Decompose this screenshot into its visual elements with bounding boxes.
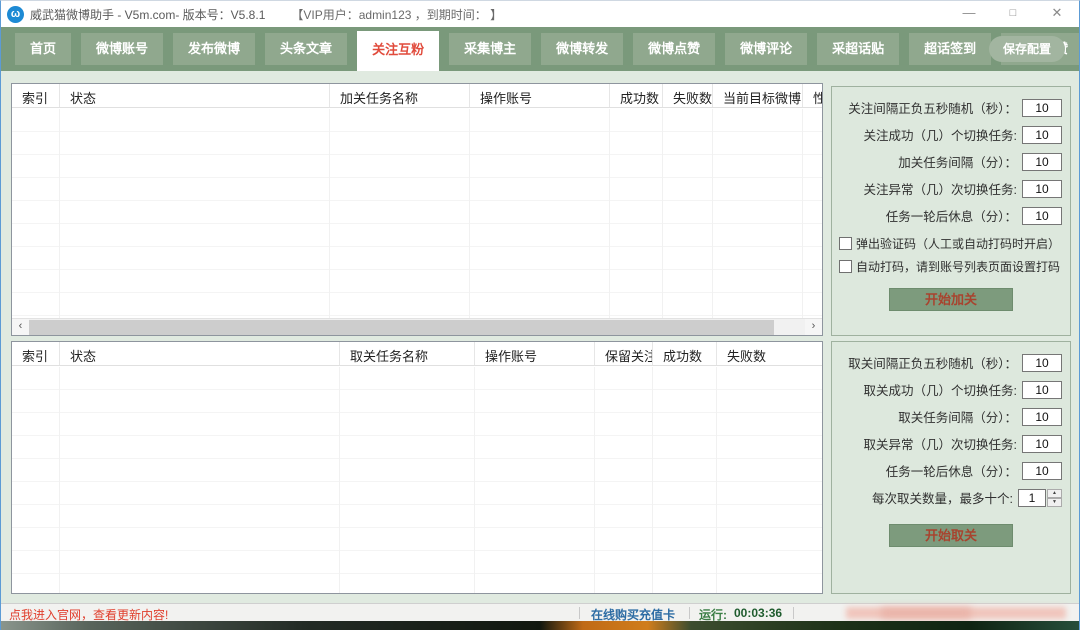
column-header[interactable]: 操作账号 (470, 84, 610, 107)
desktop-taskbar-strip (1, 621, 1079, 630)
column-header[interactable]: 状态 (60, 342, 340, 365)
unfollow-interval-input[interactable] (1022, 354, 1062, 372)
unfollow-task-interval-input[interactable] (1022, 408, 1062, 426)
redacted-info-blur (881, 608, 971, 618)
field-label: 取关成功（几）个切换任务: (864, 380, 1017, 399)
column-header[interactable]: 失败数 (717, 342, 822, 365)
tab-collect-supertopic[interactable]: 采超话贴 (817, 33, 899, 65)
tab-publish-weibo[interactable]: 发布微博 (173, 33, 255, 65)
checkbox-label: 弹出验证码（人工或自动打码时开启） (856, 235, 1060, 252)
field-label: 每次取关数量，最多十个: (872, 488, 1013, 507)
field-label: 加关任务间隔（分）： (898, 152, 1017, 171)
horizontal-scrollbar[interactable]: ‹ › (12, 318, 822, 335)
unfollow-error-switch-input[interactable] (1022, 435, 1062, 453)
field-label: 关注成功（几）个切换任务: (864, 125, 1017, 144)
follow-task-table: 索引 状态 加关任务名称 操作账号 成功数 失败数 当前目标微博 性别 ‹ › (11, 83, 823, 336)
follow-table-header: 索引 状态 加关任务名称 操作账号 成功数 失败数 当前目标微博 性别 (12, 84, 822, 108)
column-header[interactable]: 状态 (60, 84, 330, 107)
column-header[interactable]: 索引 (12, 342, 60, 365)
unfollow-config-panel: 取关间隔正负五秒随机（秒）： 取关成功（几）个切换任务: 取关任务间隔（分）： … (831, 341, 1071, 594)
auto-captcha-option[interactable]: 自动打码，请到账号列表页面设置打码 (832, 258, 1070, 275)
config-row: 关注异常（几）次切换任务: (832, 175, 1070, 202)
tab-weibo-account[interactable]: 微博账号 (81, 33, 163, 65)
tab-toutiao-article[interactable]: 头条文章 (265, 33, 347, 65)
follow-success-switch-input[interactable] (1022, 126, 1062, 144)
app-logo-icon: ω (7, 6, 24, 23)
minimize-icon[interactable]: — (947, 1, 991, 27)
start-unfollow-button[interactable]: 开始取关 (889, 524, 1013, 547)
scroll-left-icon[interactable]: ‹ (12, 319, 29, 336)
follow-rest-input[interactable] (1022, 207, 1062, 225)
run-time-value: 00:03:36 (734, 606, 782, 620)
column-header[interactable]: 失败数 (663, 84, 713, 107)
config-row: 任务一轮后休息（分）： (832, 202, 1070, 229)
column-header[interactable]: 成功数 (610, 84, 663, 107)
column-header[interactable]: 索引 (12, 84, 60, 107)
stepper-up-icon[interactable]: ▲ (1047, 489, 1062, 498)
checkbox-icon[interactable] (839, 237, 852, 250)
tab-bar: 首页 微博账号 发布微博 头条文章 关注互粉 采集博主 微博转发 微博点赞 微博… (1, 27, 1079, 71)
unfollow-rest-input[interactable] (1022, 462, 1062, 480)
checkbox-icon[interactable] (839, 260, 852, 273)
scroll-right-icon[interactable]: › (805, 319, 822, 336)
column-header[interactable]: 当前目标微博 (713, 84, 803, 107)
scrollbar-track[interactable] (29, 319, 805, 336)
window-title: 威武猫微博助手 - V5m.com- 版本号：V5.8.1 (30, 6, 265, 23)
tab-weibo-repost[interactable]: 微博转发 (541, 33, 623, 65)
tab-supertopic-checkin[interactable]: 超话签到 (909, 33, 991, 65)
close-icon[interactable]: ✕ (1035, 1, 1079, 27)
checkbox-label: 自动打码，请到账号列表页面设置打码 (856, 258, 1060, 275)
stepper-down-icon[interactable]: ▼ (1047, 498, 1062, 507)
tab-collect-blogger[interactable]: 采集博主 (449, 33, 531, 65)
follow-interval-input[interactable] (1022, 99, 1062, 117)
unfollow-success-switch-input[interactable] (1022, 381, 1062, 399)
follow-task-interval-input[interactable] (1022, 153, 1062, 171)
app-window: ω 威武猫微博助手 - V5m.com- 版本号：V5.8.1 【VIP用户：a… (0, 0, 1080, 630)
tab-home[interactable]: 首页 (15, 33, 71, 65)
field-label: 关注异常（几）次切换任务: (864, 179, 1017, 198)
config-row: 每次取关数量，最多十个: ▲ ▼ (832, 484, 1070, 511)
follow-error-switch-input[interactable] (1022, 180, 1062, 198)
stepper-arrows: ▲ ▼ (1047, 489, 1062, 507)
config-row: 取关任务间隔（分）： (832, 403, 1070, 430)
config-row: 取关异常（几）次切换任务: (832, 430, 1070, 457)
maximize-icon[interactable]: □ (991, 1, 1035, 27)
vip-info: 【VIP用户：admin123 ，到期时间： 】 (291, 6, 502, 23)
column-header[interactable]: 加关任务名称 (330, 84, 470, 107)
follow-table-body (12, 109, 822, 318)
field-label: 任务一轮后休息（分）： (886, 206, 1017, 225)
start-follow-button[interactable]: 开始加关 (889, 288, 1013, 311)
field-label: 任务一轮后休息（分）： (886, 461, 1017, 480)
unfollow-count-stepper[interactable] (1018, 489, 1046, 507)
column-header[interactable]: 保留关注 (595, 342, 653, 365)
field-label: 取关间隔正负五秒随机（秒）： (848, 353, 1017, 372)
tab-follow-mutual[interactable]: 关注互粉 (357, 31, 439, 71)
column-header[interactable]: 性别 (803, 84, 822, 107)
config-row: 取关成功（几）个切换任务: (832, 376, 1070, 403)
config-row: 加关任务间隔（分）： (832, 148, 1070, 175)
unfollow-task-table: 索引 状态 取关任务名称 操作账号 保留关注 成功数 失败数 (11, 341, 823, 594)
field-label: 取关异常（几）次切换任务: (864, 434, 1017, 453)
tab-weibo-like[interactable]: 微博点赞 (633, 33, 715, 65)
config-row: 关注间隔正负五秒随机（秒）： (832, 94, 1070, 121)
save-config-button[interactable]: 保存配置 (989, 36, 1065, 62)
unfollow-table-body (12, 367, 822, 593)
config-row: 关注成功（几）个切换任务: (832, 121, 1070, 148)
tab-weibo-comment[interactable]: 微博评论 (725, 33, 807, 65)
column-header[interactable]: 成功数 (653, 342, 717, 365)
status-bar: 点我进入官网，查看更新内容! 在线购买充值卡 运行: 00:03:36 (1, 603, 1079, 621)
field-label: 关注间隔正负五秒随机（秒）： (848, 98, 1017, 117)
captcha-popup-option[interactable]: 弹出验证码（人工或自动打码时开启） (832, 235, 1070, 252)
scrollbar-thumb[interactable] (29, 320, 774, 335)
config-row: 任务一轮后休息（分）： (832, 457, 1070, 484)
titlebar: ω 威武猫微博助手 - V5m.com- 版本号：V5.8.1 【VIP用户：a… (1, 1, 1079, 27)
field-label: 取关任务间隔（分）： (898, 407, 1017, 426)
column-header[interactable]: 取关任务名称 (340, 342, 475, 365)
follow-config-panel: 关注间隔正负五秒随机（秒）： 关注成功（几）个切换任务: 加关任务间隔（分）： … (831, 86, 1071, 336)
unfollow-table-header: 索引 状态 取关任务名称 操作账号 保留关注 成功数 失败数 (12, 342, 822, 366)
main-area: 索引 状态 加关任务名称 操作账号 成功数 失败数 当前目标微博 性别 ‹ › (1, 71, 1080, 603)
config-row: 取关间隔正负五秒随机（秒）： (832, 349, 1070, 376)
column-header[interactable]: 操作账号 (475, 342, 595, 365)
